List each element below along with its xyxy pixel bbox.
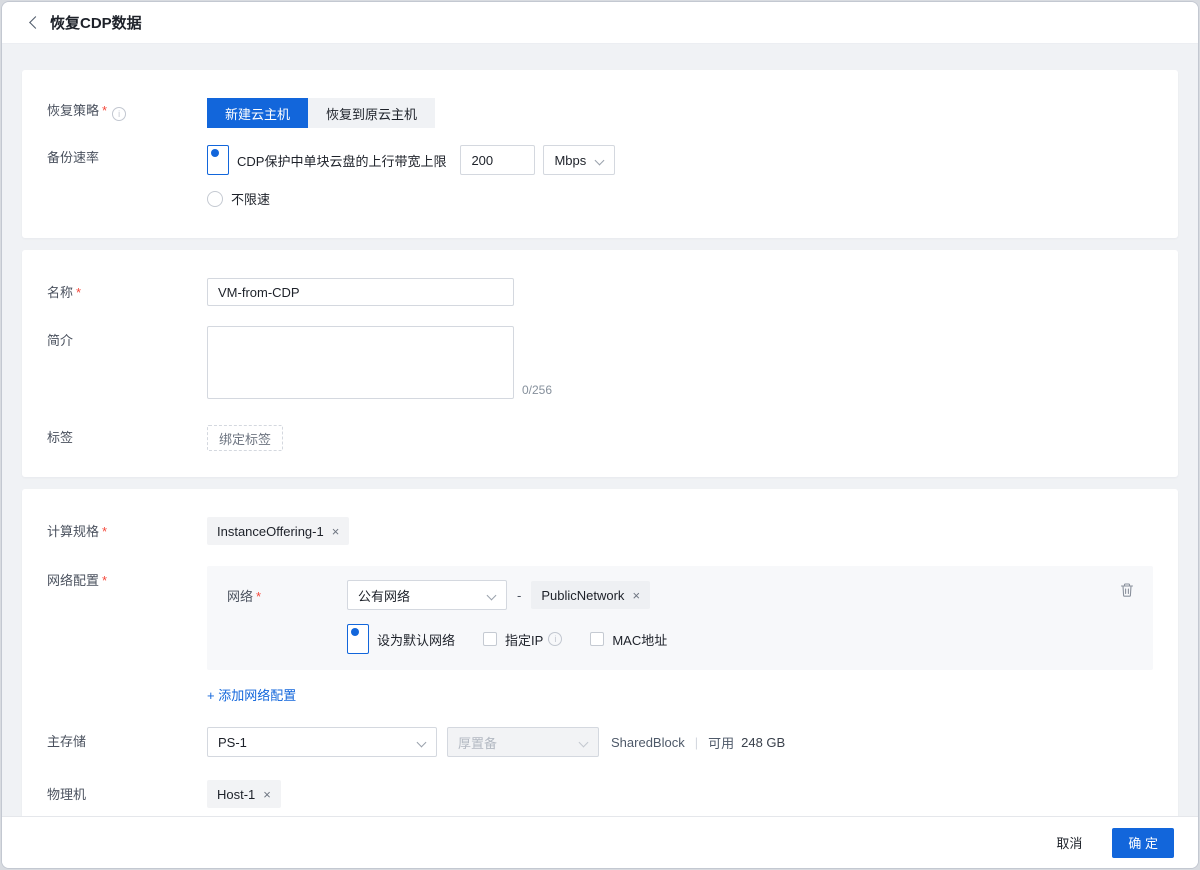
bind-tag-button[interactable]: 绑定标签 [207,425,283,451]
storage-label: 主存储 [47,727,207,751]
delete-network-icon[interactable] [1119,582,1135,603]
primary-storage-select[interactable]: PS-1 [207,727,437,757]
rate-label: 备份速率 [47,145,207,167]
basic-info-card: 名称* 简介 0/256 标签 绑定标签 [22,250,1178,477]
footer-bar: 取消 确 定 [2,816,1198,868]
rate-option-unlimited: 不限速 [207,189,1153,208]
remove-host-icon[interactable]: × [263,788,271,801]
host-label: 物理机 [47,780,207,804]
specify-ip-option: 指定IP i [483,630,562,649]
info-icon: i [112,107,126,121]
chevron-down-icon [417,738,426,747]
bandwidth-input[interactable] [460,145,535,175]
storage-type: SharedBlock [611,735,685,750]
strategy-card: 恢复策略*i 新建云主机 恢复到原云主机 备份速率 CDP保护中单块云盘的上行带… [22,70,1178,238]
name-input[interactable] [207,278,514,306]
radio-limited[interactable] [207,145,229,175]
network-panel: 网络* 公有网络 - PublicNetwork × [207,566,1153,670]
radio-default-network[interactable] [347,624,369,654]
storage-available-label: 可用 [708,733,734,752]
offering-label: 计算规格* [47,517,207,541]
network-chip: PublicNetwork × [531,581,650,609]
mac-address-option: MAC地址 [590,630,667,649]
chevron-down-icon [595,156,604,165]
remove-network-icon[interactable]: × [632,589,640,602]
bandwidth-unit-select[interactable]: Mbps [543,145,615,175]
info-icon: i [548,632,562,646]
description-textarea[interactable] [207,326,514,399]
char-counter: 0/256 [522,383,552,399]
chevron-down-icon [579,738,588,747]
description-label: 简介 [47,326,207,350]
strategy-toggle: 新建云主机 恢复到原云主机 [207,98,435,128]
tag-label: 标签 [47,425,207,447]
add-network-link[interactable]: + 添加网络配置 [207,685,296,704]
radio-unlimited[interactable] [207,191,223,207]
name-label: 名称* [47,278,207,302]
storage-available-value: 248 GB [741,735,785,750]
toggle-new-vm[interactable]: 新建云主机 [207,98,308,128]
checkbox-specify-ip[interactable] [483,632,497,646]
host-chip: Host-1 × [207,780,281,808]
page-title: 恢复CDP数据 [50,12,142,33]
rate-option-limited: CDP保护中单块云盘的上行带宽上限 Mbps [207,145,1153,175]
confirm-button[interactable]: 确 定 [1112,828,1174,858]
cancel-button[interactable]: 取消 [1042,827,1096,858]
back-icon[interactable] [26,15,42,31]
network-config-label: 网络配置* [47,566,207,590]
restore-cdp-dialog: 恢复CDP数据 恢复策略*i 新建云主机 恢复到原云主机 备份速率 [1,1,1199,869]
page-header: 恢复CDP数据 [2,2,1198,44]
offering-chip: InstanceOffering-1 × [207,517,349,545]
compute-config-card: 计算规格* InstanceOffering-1 × 网络配置* [22,489,1178,816]
network-inner-label: 网络* [227,586,347,605]
toggle-restore-original[interactable]: 恢复到原云主机 [308,98,435,128]
form-body: 恢复策略*i 新建云主机 恢复到原云主机 备份速率 CDP保护中单块云盘的上行带… [2,44,1198,816]
default-network-option: 设为默认网络 [347,624,455,654]
checkbox-mac-address[interactable] [590,632,604,646]
chevron-down-icon [487,591,496,600]
remove-offering-icon[interactable]: × [332,525,340,538]
provision-select: 厚置备 [447,727,599,757]
storage-info: SharedBlock | 可用 248 GB [611,733,785,752]
strategy-label: 恢复策略*i [47,98,207,121]
network-type-select[interactable]: 公有网络 [347,580,507,610]
